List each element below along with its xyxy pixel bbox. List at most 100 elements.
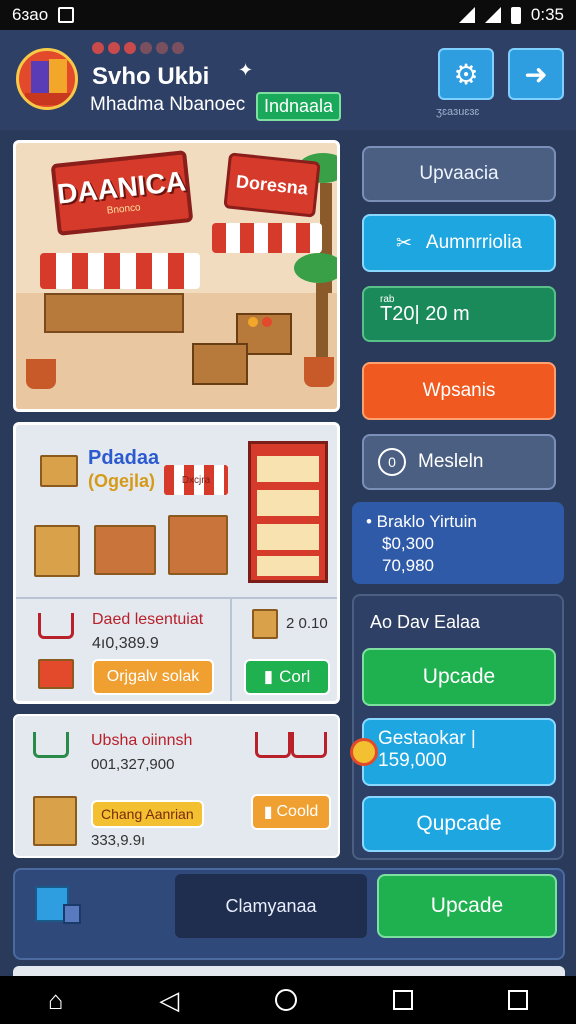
timer-caption: rab <box>380 294 395 305</box>
produce-crate-icon <box>94 525 156 575</box>
bottom-upgrade-button[interactable]: Upcade <box>377 874 557 938</box>
upgrade-cost-value: 159,000 <box>378 750 447 771</box>
cart-icon <box>255 732 291 758</box>
upgrade-button[interactable]: Upcade <box>362 648 556 706</box>
gear-icon: ⚙ <box>453 58 479 90</box>
upgrade-panel-title: Ao Dav Ealaa <box>370 612 481 632</box>
missions-button[interactable]: 0 Mesleln <box>362 434 556 490</box>
main-sign-subtitle: Bnonco <box>106 201 142 217</box>
storage-jar-icon <box>63 904 81 924</box>
main-shop-sign: DAANICA Bnonco <box>50 150 194 236</box>
bottle-icon: ▮ <box>263 667 274 686</box>
timer-button[interactable]: rab T20| 20 m <box>362 286 556 342</box>
player-name: Svho Ukbi <box>92 63 210 90</box>
header-bar: Svho Ukbi ✦ Mhadma Nbanoec Indnaala ⚙ ➜ … <box>0 30 576 130</box>
palm-leaf <box>294 253 337 283</box>
info-line-3: 70,980 <box>382 556 434 575</box>
cart-icon <box>38 613 74 639</box>
tools-button[interactable]: ✂ Aumnrriolia <box>362 214 556 272</box>
fruit <box>248 317 258 327</box>
gold-button-label: Coold <box>276 803 319 820</box>
cart-badge: Chang Aanrian <box>91 800 204 828</box>
mini-stall-sign: Dxcjra <box>164 465 228 495</box>
shopkeeper-box-icon <box>40 455 78 487</box>
upgrade-panel: Ao Dav Ealaa Upcade Gestaokar | 159,000 … <box>350 594 564 860</box>
cart-value: 001,327,900 <box>91 756 175 773</box>
company-button[interactable]: Clamyanaa <box>175 874 367 938</box>
missions-label: Mesleln <box>418 451 484 472</box>
settings-button[interactable]: ⚙ <box>438 48 494 100</box>
market-logo-line1: Pdadaa <box>88 447 160 469</box>
arrow-right-icon: ➜ <box>524 58 548 90</box>
star-icon: ✦ <box>238 60 254 80</box>
cart-icon <box>291 732 327 758</box>
collect-button[interactable]: ▮ Corl <box>244 659 330 695</box>
divider <box>230 597 232 701</box>
home-icon[interactable]: ⌂ <box>48 985 64 1016</box>
divider <box>16 597 337 599</box>
gold-collect-button[interactable]: ▮ Coold <box>251 794 331 830</box>
fruit <box>262 317 272 327</box>
cart-panel: Ubsha oiinnsh 001,327,900 Chang Aanrian … <box>13 714 340 858</box>
upgrade-cost-card[interactable]: Gestaokar | 159,000 <box>362 718 556 786</box>
orange-action-button[interactable]: Orjgalv solak <box>92 659 214 695</box>
navigation-bar: ⌂ ◁ <box>0 976 576 1024</box>
main-stall-awning <box>40 253 200 289</box>
recents-icon[interactable] <box>392 990 413 1010</box>
coin-icon <box>350 738 378 766</box>
timer-label: T20| 20 m <box>380 302 470 325</box>
shelf-icon <box>248 441 328 583</box>
cart-value-secondary: 333,9.9ı <box>91 832 146 849</box>
tools-icon: ✂ <box>395 232 412 254</box>
battery-icon <box>510 6 521 24</box>
player-avatar[interactable] <box>16 48 78 110</box>
market-item-title: Daed lesentuiat <box>92 611 204 628</box>
cart-title: Ubsha oiinnsh <box>91 732 193 749</box>
level-dots <box>92 42 184 54</box>
info-line-2: $0,300 <box>382 534 434 553</box>
market-count: 2 0.10 <box>286 615 328 632</box>
upgrade-cost-title: Gestaokar | <box>378 728 476 749</box>
mini-stall-icon <box>168 515 228 575</box>
upgrade-menu-button[interactable]: Upvaacia <box>362 146 556 202</box>
next-button[interactable]: ➜ <box>508 48 564 100</box>
upgrade-blue-button[interactable]: Qupcade <box>362 796 556 852</box>
market-item-value: 4ı0,389.9 <box>92 635 159 652</box>
status-bar: 6ɜao 0:35 <box>0 0 576 30</box>
delivery-box-icon <box>33 796 77 846</box>
shop-counter <box>44 293 184 333</box>
status-time: 0:35 <box>530 5 564 24</box>
plant-pot <box>304 357 334 387</box>
info-card: • Braklo Yirtuin $0,300 70,980 <box>352 502 564 584</box>
plant-pot <box>26 359 56 389</box>
cell-signal-icon <box>484 7 501 23</box>
collect-button-label: Corl <box>279 667 311 686</box>
side-stall-awning <box>212 223 322 253</box>
next-panel-peek <box>13 966 565 976</box>
orange-main-button[interactable]: Wpsanis <box>362 362 556 420</box>
market-panel: Pdadaa (Ogejla) Dxcjra Daed lesentuiat 4… <box>13 422 340 704</box>
bottom-panel: Clamyanaa Upcade <box>13 868 565 960</box>
status-text: 6ɜao <box>12 5 49 24</box>
product-box-icon <box>38 659 74 689</box>
player-subtitle: Mhadma Nbanoec <box>90 94 246 115</box>
circle-icon: 0 <box>378 448 406 476</box>
home-circle-icon[interactable] <box>274 989 297 1011</box>
info-line-1: • Braklo Yirtuin <box>366 512 477 531</box>
side-shop-sign: Doresna <box>223 152 321 218</box>
region-badge: Indnaala <box>256 92 342 121</box>
image-notification-icon <box>58 7 75 23</box>
palm-tree <box>316 283 328 363</box>
small-box-icon <box>252 609 278 639</box>
back-icon[interactable]: ◁ <box>159 985 179 1016</box>
tools-button-label: Aumnrriolia <box>425 232 522 253</box>
crate-stack-icon <box>34 525 80 577</box>
bottle-icon: ▮ <box>263 804 273 821</box>
shop-scene-panel[interactable]: DAANICA Bnonco Doresna <box>13 140 340 412</box>
fruit-crate <box>192 343 248 385</box>
cart-icon <box>33 732 69 758</box>
inbox-icon[interactable] <box>508 990 529 1010</box>
wifi-signal-icon <box>458 7 475 23</box>
settings-caption: ʒɛaɜuɛɜɛ <box>436 106 480 118</box>
market-logo-line2: (Ogejla) <box>88 471 156 491</box>
